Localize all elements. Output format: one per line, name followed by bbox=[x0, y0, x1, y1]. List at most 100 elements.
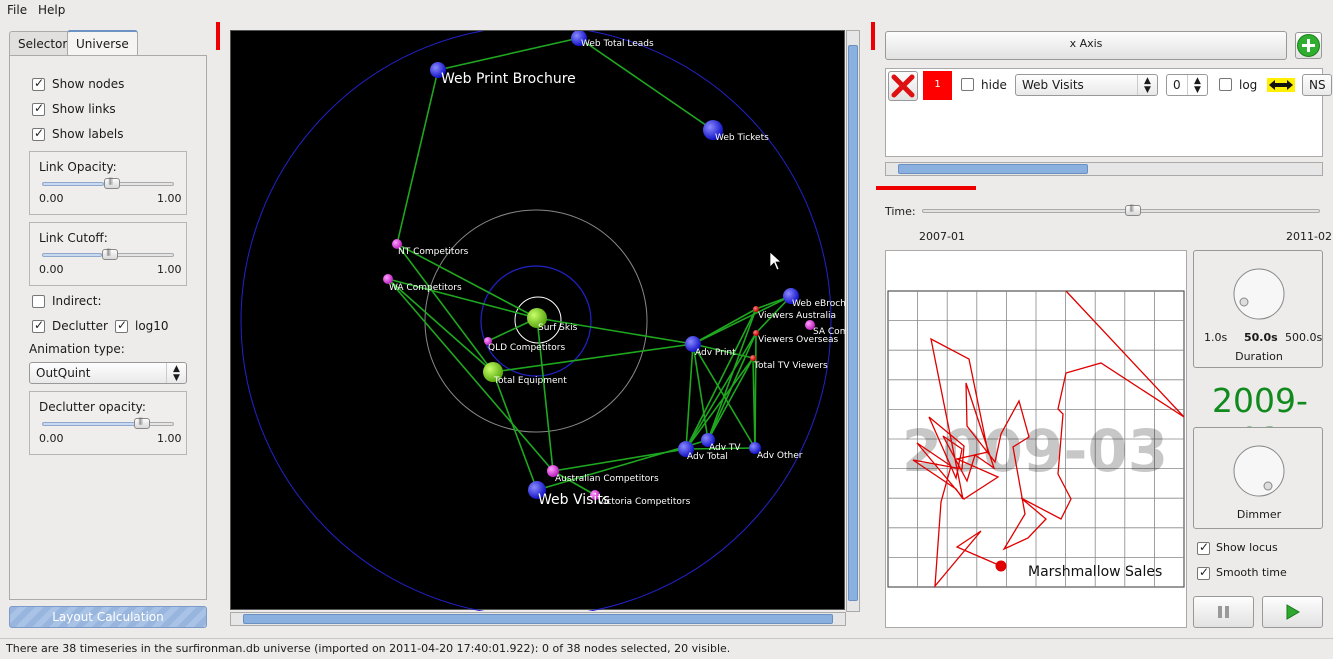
node-label-victoria-competitors: Victoria Competitors bbox=[598, 497, 691, 507]
show-links-checkbox[interactable] bbox=[32, 101, 45, 116]
show-links-label: Show links bbox=[52, 102, 116, 116]
node-label-adv-other: Adv Other bbox=[757, 451, 803, 461]
hide-label: hide bbox=[981, 78, 1007, 92]
horizontal-arrows-icon[interactable] bbox=[1267, 78, 1295, 92]
node-label-nt-competitors: NT Competitors bbox=[398, 247, 469, 257]
menu-file[interactable]: File bbox=[7, 3, 27, 17]
axis-list: 1 hide Web Visits ▲ ▼ 0 ▲ ▼ log NS bbox=[885, 68, 1332, 157]
node-label-total-equipment: Total Equipment bbox=[493, 376, 567, 386]
splitter-marker-horizontal bbox=[876, 186, 976, 190]
plot-series-label: Marshmallow Sales bbox=[1028, 564, 1162, 580]
link-opacity-slider[interactable] bbox=[104, 177, 120, 189]
graph-link bbox=[437, 37, 580, 71]
node-label-web-print-brochure: Web Print Brochure bbox=[441, 71, 576, 87]
menu-help[interactable]: Help bbox=[38, 3, 65, 17]
graph-vertical-scrollbar[interactable] bbox=[846, 30, 860, 612]
indirect-label: Indirect: bbox=[52, 294, 102, 308]
node-label-adv-print: Adv Print bbox=[695, 348, 736, 358]
add-axis-button[interactable] bbox=[1295, 32, 1322, 59]
chevron-updown-icon: ▲ ▼ bbox=[1137, 75, 1157, 95]
layout-calculation-button[interactable]: Layout Calculation bbox=[9, 606, 207, 628]
link-opacity-max: 1.00 bbox=[157, 192, 182, 205]
duration-dial[interactable] bbox=[1232, 267, 1286, 321]
declutter-opacity-label: Declutter opacity: bbox=[39, 400, 146, 414]
time-slider-track bbox=[922, 209, 1320, 213]
axis-normalize-value: NS bbox=[1309, 78, 1326, 92]
axis-horizontal-scrollbar[interactable] bbox=[885, 162, 1323, 176]
animation-type-label: Animation type: bbox=[29, 342, 125, 356]
hide-checkbox[interactable] bbox=[961, 78, 974, 91]
log-label: log bbox=[1239, 78, 1258, 92]
smooth-time-checkbox[interactable] bbox=[1197, 565, 1210, 580]
trajectory-plot[interactable]: 2009-03 Marshmallow Sales bbox=[885, 250, 1187, 628]
duration-dial-group: 1.0s 50.0s 500.0s Duration bbox=[1193, 250, 1323, 368]
trajectory-svg: 2009-03 Marshmallow Sales bbox=[887, 290, 1185, 588]
node-label-web-visits: Web Visits bbox=[538, 492, 610, 508]
node-label-web-tickets: Web Tickets bbox=[715, 133, 769, 143]
remove-axis-button[interactable] bbox=[888, 71, 918, 101]
graph-link bbox=[685, 343, 694, 450]
link-cutoff-slider[interactable] bbox=[102, 248, 118, 260]
animation-type-select[interactable]: OutQuint ▲ ▼ bbox=[29, 362, 187, 384]
node-label-australian-competitors: Australian Competitors bbox=[555, 474, 659, 484]
link-opacity-fill bbox=[42, 182, 104, 186]
node-label-wa-competitors: WA Competitors bbox=[389, 283, 462, 293]
graph-link bbox=[754, 332, 757, 449]
close-icon bbox=[891, 74, 915, 98]
show-nodes-label: Show nodes bbox=[52, 77, 125, 91]
link-cutoff-min: 0.00 bbox=[39, 263, 64, 276]
axis-scroll-thumb[interactable] bbox=[898, 164, 1088, 174]
time-slider[interactable] bbox=[1125, 204, 1141, 216]
spin-arrows-icon: ▲ ▼ bbox=[1187, 75, 1207, 95]
declutter-checkbox[interactable] bbox=[32, 318, 45, 333]
axis-offset-value: 0 bbox=[1173, 78, 1181, 92]
show-nodes-checkbox[interactable] bbox=[32, 76, 45, 91]
animation-type-value: OutQuint bbox=[36, 366, 91, 380]
graph-link bbox=[492, 371, 538, 491]
time-start-label: 2007-01 bbox=[919, 230, 965, 243]
axis-color-swatch[interactable]: 1 bbox=[923, 71, 952, 100]
log10-checkbox[interactable] bbox=[115, 318, 128, 333]
splitter-marker-right bbox=[871, 22, 875, 50]
node-label-total-tv-viewers: Total TV Viewers bbox=[753, 361, 828, 371]
graph-vertical-scroll-thumb[interactable] bbox=[848, 45, 858, 601]
indirect-checkbox[interactable] bbox=[32, 295, 45, 308]
dimmer-label: Dimmer bbox=[1236, 508, 1282, 521]
graph-link bbox=[707, 308, 757, 441]
declutter-opacity-slider[interactable] bbox=[134, 417, 150, 429]
splitter-marker bbox=[216, 22, 220, 50]
axis-offset-spinbox[interactable]: 0 ▲ ▼ bbox=[1166, 74, 1208, 96]
smooth-time-label: Smooth time bbox=[1216, 566, 1287, 579]
graph-horizontal-scrollbar[interactable] bbox=[230, 612, 846, 626]
show-labels-label: Show labels bbox=[52, 127, 124, 141]
graph-view: Web Total Leads Web Print Brochure Web Tic… bbox=[230, 25, 883, 628]
chevron-updown-icon: ▲ ▼ bbox=[166, 363, 186, 383]
graph-link bbox=[536, 317, 554, 472]
log-checkbox[interactable] bbox=[1219, 78, 1232, 91]
pause-button[interactable] bbox=[1193, 596, 1254, 628]
show-labels-checkbox[interactable] bbox=[32, 126, 45, 141]
node-label-surf-skis: Surf Skis bbox=[538, 323, 578, 333]
node-label-viewers-australia: Viewers Australia bbox=[758, 311, 836, 321]
dimmer-dial-group: Dimmer bbox=[1193, 427, 1323, 529]
node-label-web-total-leads: Web Total Leads bbox=[581, 39, 654, 49]
play-button[interactable] bbox=[1262, 596, 1323, 628]
declutter-label: Declutter bbox=[52, 319, 108, 333]
show-locus-label: Show locus bbox=[1216, 541, 1278, 554]
declutter-opacity-min: 0.00 bbox=[39, 432, 64, 445]
network-graph[interactable]: Web Total Leads Web Print Brochure Web Tic… bbox=[231, 25, 883, 617]
graph-link bbox=[396, 69, 439, 245]
link-cutoff-group: Link Cutoff: 0.00 1.00 bbox=[29, 222, 187, 286]
graph-horizontal-scroll-thumb[interactable] bbox=[243, 614, 833, 624]
x-axis-header: x Axis bbox=[885, 31, 1287, 60]
duration-value: 50.0s bbox=[1244, 331, 1278, 344]
link-cutoff-label: Link Cutoff: bbox=[39, 231, 108, 245]
axis-series-select[interactable]: Web Visits ▲ ▼ bbox=[1015, 74, 1158, 96]
tab-universe[interactable]: Universe bbox=[67, 30, 138, 56]
menu-bar: File Help bbox=[0, 0, 1333, 21]
graph-canvas[interactable]: Web Total Leads Web Print Brochure Web Tic… bbox=[230, 25, 883, 617]
play-icon bbox=[1286, 604, 1300, 620]
axis-normalize-select[interactable]: NS bbox=[1302, 74, 1332, 96]
dimmer-dial[interactable] bbox=[1232, 444, 1286, 498]
show-locus-checkbox[interactable] bbox=[1197, 540, 1210, 555]
